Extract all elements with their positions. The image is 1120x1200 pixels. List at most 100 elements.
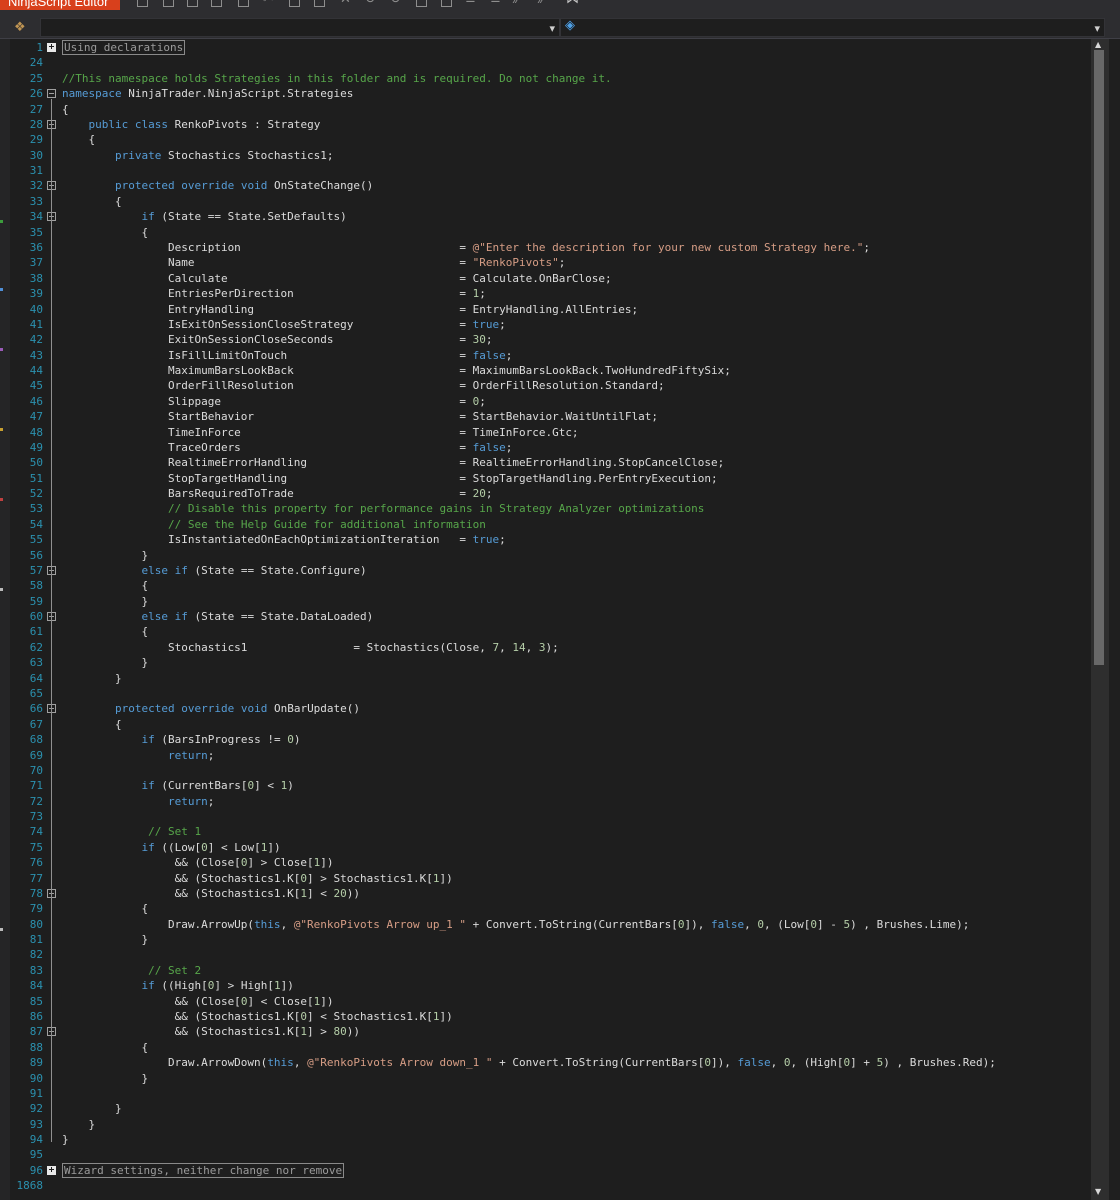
app-title-tab[interactable]: NinjaScript Editor	[0, 0, 120, 10]
code-line[interactable]: 36 Description = @"Enter the description…	[10, 240, 1091, 255]
collapsed-region-label[interactable]: Wizard settings, neither change nor remo…	[62, 1162, 345, 1178]
code-line[interactable]: 66 protected override void OnBarUpdate()	[10, 701, 1091, 716]
open-icon[interactable]	[163, 0, 174, 7]
code-line[interactable]: 63 }	[10, 655, 1091, 670]
code-line[interactable]: 72 return;	[10, 794, 1091, 809]
code-line[interactable]: 88 {	[10, 1040, 1091, 1055]
code-editor[interactable]: 1 Using declarations 24 25 //This namespace …	[10, 39, 1091, 1200]
scrollbar-thumb[interactable]	[1094, 50, 1104, 665]
code-line[interactable]: 34 if (State == State.SetDefaults)	[10, 209, 1091, 224]
vertical-scrollbar[interactable]: ▲ ▼	[1091, 39, 1109, 1200]
code-line[interactable]: 40 EntryHandling = EntryHandling.AllEntr…	[10, 302, 1091, 317]
code-line[interactable]: 95	[10, 1147, 1091, 1162]
code-line[interactable]: 28 public class RenkoPivots : Strategy	[10, 117, 1091, 132]
code-line[interactable]: 71 if (CurrentBars[0] < 1)	[10, 778, 1091, 793]
indent-icon[interactable]: ⁄⁄	[515, 0, 519, 7]
code-line[interactable]: 52 BarsRequiredToTrade = 20;	[10, 486, 1091, 501]
code-line[interactable]: 44 MaximumBarsLookBack = MaximumBarsLook…	[10, 363, 1091, 378]
chevron-down-icon[interactable]: ▾	[1094, 19, 1100, 38]
code-line[interactable]: 73	[10, 809, 1091, 824]
new-icon[interactable]	[137, 0, 148, 7]
code-line[interactable]: 56 }	[10, 548, 1091, 563]
code-line[interactable]: 46 Slippage = 0;	[10, 394, 1091, 409]
code-line[interactable]: 87 && (Stochastics1.K[1] > 80))	[10, 1024, 1091, 1039]
code-line[interactable]: 45 OrderFillResolution = OrderFillResolu…	[10, 378, 1091, 393]
code-line[interactable]: 96 Wizard settings, neither change nor re…	[10, 1162, 1091, 1178]
code-line[interactable]: 85 && (Close[0] < Close[1])	[10, 994, 1091, 1009]
code-line[interactable]: 43 IsFillLimitOnTouch = false;	[10, 348, 1091, 363]
type-selector-dropdown[interactable]: ▾	[40, 18, 560, 37]
code-line[interactable]: 86 && (Stochastics1.K[0] < Stochastics1.…	[10, 1009, 1091, 1024]
paste-icon[interactable]	[314, 0, 325, 7]
code-line[interactable]: 69 return;	[10, 748, 1091, 763]
collapse-region-icon[interactable]	[47, 89, 56, 99]
code-line[interactable]: 60 else if (State == State.DataLoaded)	[10, 609, 1091, 624]
code-line[interactable]: 58 {	[10, 578, 1091, 593]
code-line[interactable]: 27 {	[10, 102, 1091, 117]
code-line[interactable]: 61 {	[10, 624, 1091, 639]
templates-icon[interactable]	[238, 0, 249, 7]
code-line[interactable]: 92 }	[10, 1101, 1091, 1116]
code-line[interactable]: 83 // Set 2	[10, 963, 1091, 978]
code-line[interactable]: 26 namespace NinjaTrader.NinjaScript.Stra…	[10, 86, 1091, 101]
visual-studio-icon[interactable]: ⋈	[566, 0, 579, 7]
comment-icon[interactable]: ≡	[465, 0, 476, 7]
code-line[interactable]: 31	[10, 163, 1091, 178]
code-line[interactable]: 75 if ((Low[0] < Low[1])	[10, 840, 1091, 855]
code-line[interactable]: 47 StartBehavior = StartBehavior.WaitUnt…	[10, 409, 1091, 424]
code-line[interactable]: 62 Stochastics1 = Stochastics(Close, 7, …	[10, 640, 1091, 655]
outdent-icon[interactable]: ⁄⁄	[540, 0, 544, 7]
code-line[interactable]: 81 }	[10, 932, 1091, 947]
code-line[interactable]: 41 IsExitOnSessionCloseStrategy = true;	[10, 317, 1091, 332]
collapsed-region-label[interactable]: Using declarations	[62, 40, 186, 55]
code-line[interactable]: 59 }	[10, 594, 1091, 609]
code-line[interactable]: 25 //This namespace holds Strategies in t…	[10, 71, 1091, 86]
code-line[interactable]: 1 Using declarations	[10, 40, 1091, 55]
code-line[interactable]: 50 RealtimeErrorHandling = RealtimeError…	[10, 455, 1091, 470]
undo-icon[interactable]: ↺	[365, 0, 376, 7]
code-line[interactable]: 30 private Stochastics Stochastics1;	[10, 148, 1091, 163]
code-line[interactable]: 54 // See the Help Guide for additional …	[10, 517, 1091, 532]
code-line[interactable]: 51 StopTargetHandling = StopTargetHandli…	[10, 471, 1091, 486]
code-line[interactable]: 42 ExitOnSessionCloseSeconds = 30;	[10, 332, 1091, 347]
code-line[interactable]: 77 && (Stochastics1.K[0] > Stochastics1.…	[10, 871, 1091, 886]
code-line[interactable]: 91	[10, 1086, 1091, 1101]
uncomment-icon[interactable]: ≡	[490, 0, 501, 7]
code-line[interactable]: 90 }	[10, 1071, 1091, 1086]
save-all-icon[interactable]	[211, 0, 222, 7]
code-line[interactable]: 29 {	[10, 132, 1091, 147]
code-line[interactable]: 67 {	[10, 717, 1091, 732]
code-line[interactable]: 38 Calculate = Calculate.OnBarClose;	[10, 271, 1091, 286]
code-line[interactable]: 49 TraceOrders = false;	[10, 440, 1091, 455]
code-line[interactable]: 68 if (BarsInProgress != 0)	[10, 732, 1091, 747]
code-line[interactable]: 82	[10, 947, 1091, 962]
scroll-up-arrow-icon[interactable]: ▲	[1095, 40, 1101, 49]
code-line[interactable]: 89 Draw.ArrowDown(this, @"RenkoPivots Ar…	[10, 1055, 1091, 1070]
code-line[interactable]: 94}	[10, 1132, 1091, 1147]
code-line[interactable]: 76 && (Close[0] > Close[1])	[10, 855, 1091, 870]
code-line[interactable]: 37 Name = "RenkoPivots";	[10, 255, 1091, 270]
code-line[interactable]: 53 // Disable this property for performa…	[10, 501, 1091, 516]
code-line[interactable]: 33 {	[10, 194, 1091, 209]
expand-region-icon[interactable]	[47, 1165, 56, 1175]
code-line[interactable]: 93 }	[10, 1117, 1091, 1132]
code-line[interactable]: 64 }	[10, 671, 1091, 686]
code-line[interactable]: 35 {	[10, 225, 1091, 240]
code-line[interactable]: 24	[10, 55, 1091, 70]
expand-region-icon[interactable]	[47, 43, 56, 52]
redo-icon[interactable]: ↻	[390, 0, 401, 7]
save-icon[interactable]	[187, 0, 198, 7]
code-line[interactable]: 78 && (Stochastics1.K[1] < 20))	[10, 886, 1091, 901]
code-line[interactable]: 84 if ((High[0] > High[1])	[10, 978, 1091, 993]
copy-icon[interactable]	[289, 0, 300, 7]
code-line[interactable]: 70	[10, 763, 1091, 778]
calculator-icon[interactable]	[441, 0, 452, 7]
code-line[interactable]: 1868	[10, 1178, 1091, 1193]
code-line[interactable]: 32 protected override void OnStateChange…	[10, 178, 1091, 193]
code-line[interactable]: 65	[10, 686, 1091, 701]
code-line[interactable]: 48 TimeInForce = TimeInForce.Gtc;	[10, 425, 1091, 440]
chevron-down-icon[interactable]: ▾	[549, 19, 555, 38]
compile-icon[interactable]	[416, 0, 427, 7]
code-line[interactable]: 57 else if (State == State.Configure)	[10, 563, 1091, 578]
delete-icon[interactable]: ✕	[340, 0, 351, 7]
